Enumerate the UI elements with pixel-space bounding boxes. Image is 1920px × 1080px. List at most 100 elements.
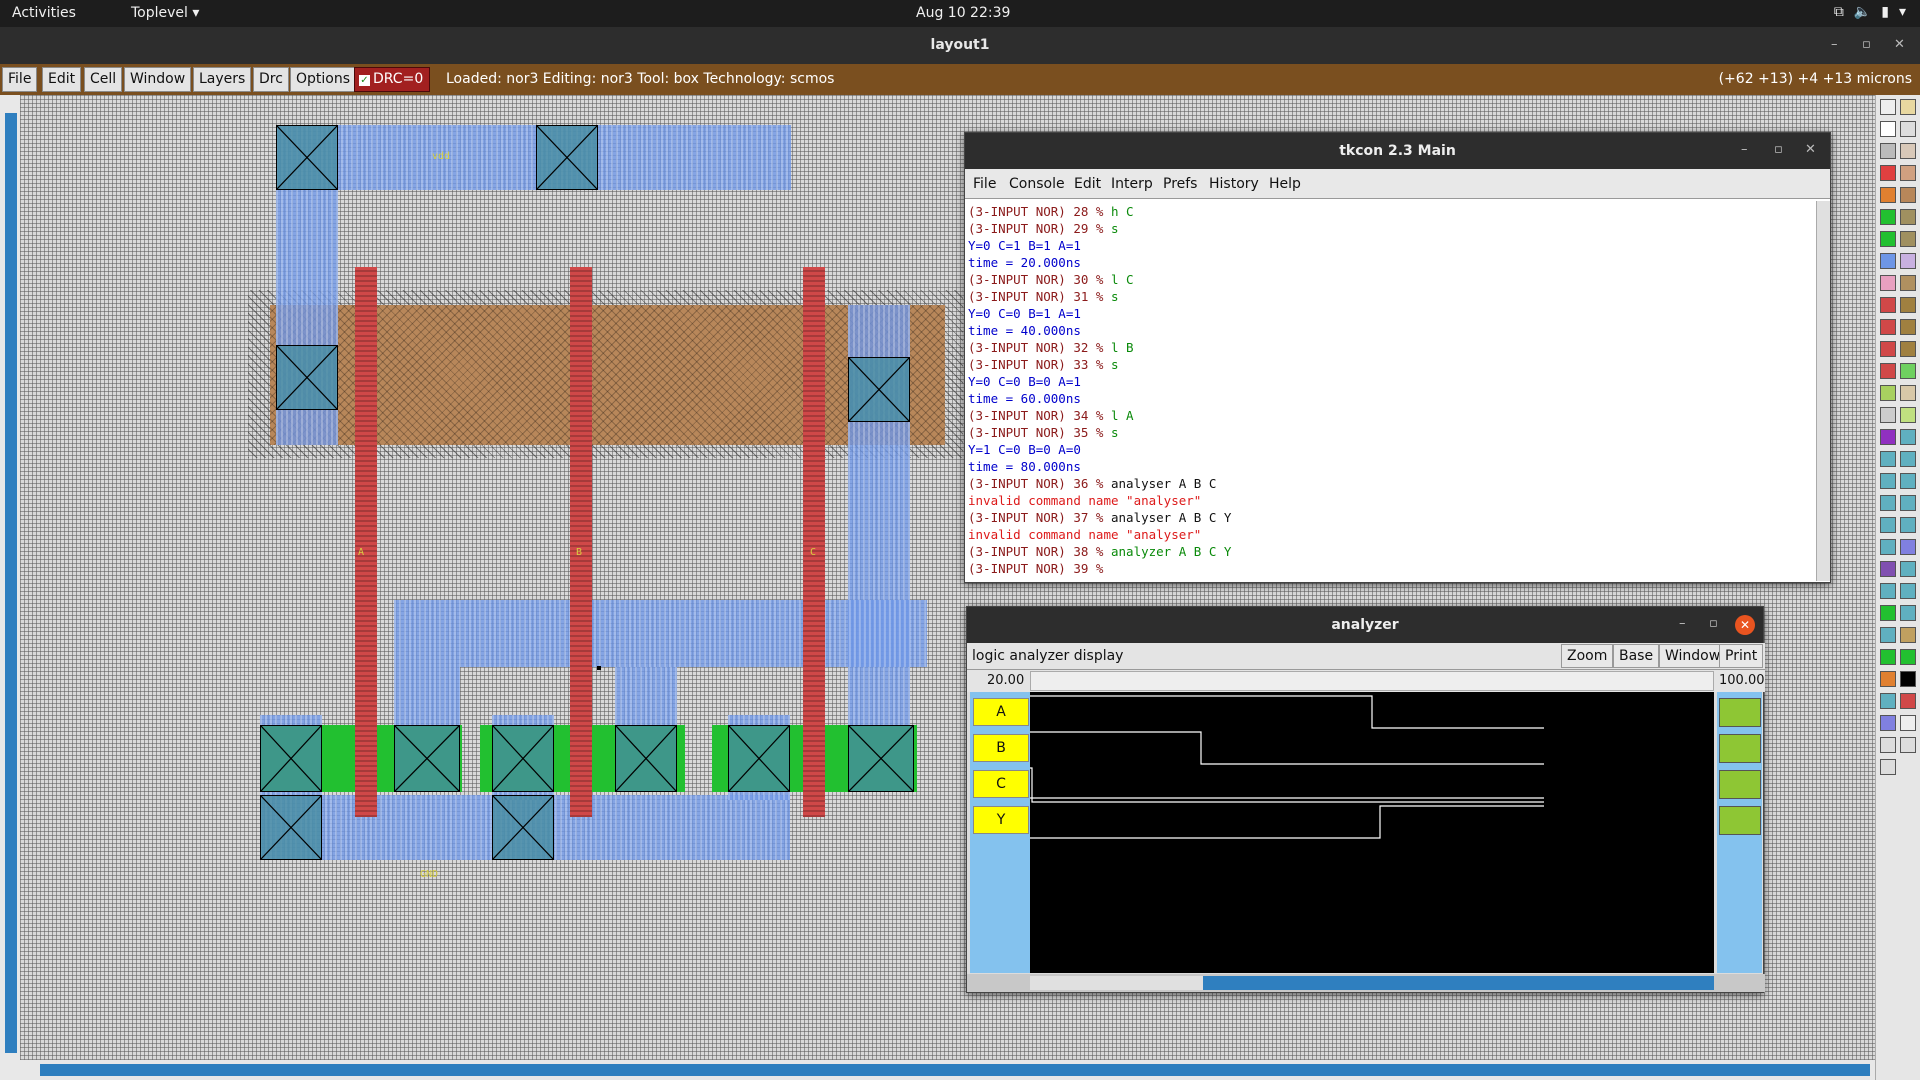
layer-swatch[interactable] bbox=[1880, 693, 1896, 709]
layer-swatch[interactable] bbox=[1880, 275, 1896, 291]
layer-swatch[interactable] bbox=[1900, 385, 1916, 401]
layer-swatch[interactable] bbox=[1900, 737, 1916, 753]
minimize-icon[interactable]: – bbox=[1741, 142, 1748, 157]
layer-swatch[interactable] bbox=[1880, 451, 1896, 467]
time-ruler[interactable] bbox=[1030, 671, 1714, 691]
layer-swatch[interactable] bbox=[1900, 165, 1916, 181]
layer-swatch[interactable] bbox=[1880, 297, 1896, 313]
waveform-display[interactable] bbox=[1030, 692, 1714, 973]
layer-swatch[interactable] bbox=[1880, 495, 1896, 511]
horizontal-scrollbar[interactable] bbox=[20, 1060, 1875, 1080]
menu-file[interactable]: File bbox=[2, 67, 38, 92]
layer-swatch[interactable] bbox=[1880, 737, 1896, 753]
tkcon-menu-prefs[interactable]: Prefs bbox=[1163, 176, 1197, 192]
layer-swatch[interactable] bbox=[1900, 99, 1916, 115]
layer-swatch[interactable] bbox=[1880, 341, 1896, 357]
layer-swatch[interactable] bbox=[1900, 517, 1916, 533]
layer-swatch[interactable] bbox=[1900, 539, 1916, 555]
layer-swatch[interactable] bbox=[1880, 231, 1896, 247]
layer-swatch[interactable] bbox=[1900, 715, 1916, 731]
layer-swatch[interactable] bbox=[1880, 715, 1896, 731]
layer-swatch[interactable] bbox=[1900, 605, 1916, 621]
layer-swatch[interactable] bbox=[1880, 517, 1896, 533]
layer-swatch[interactable] bbox=[1880, 319, 1896, 335]
layer-swatch[interactable] bbox=[1880, 209, 1896, 225]
print-button[interactable]: Print bbox=[1719, 644, 1764, 668]
layer-swatch[interactable] bbox=[1900, 627, 1916, 643]
close-icon[interactable]: ✕ bbox=[1735, 615, 1755, 635]
layer-swatch[interactable] bbox=[1880, 539, 1896, 555]
menu-layers[interactable]: Layers bbox=[193, 67, 252, 92]
layer-swatch[interactable] bbox=[1880, 561, 1896, 577]
layer-swatch[interactable] bbox=[1900, 473, 1916, 489]
layer-swatch[interactable] bbox=[1880, 143, 1896, 159]
layer-swatch[interactable] bbox=[1880, 407, 1896, 423]
layer-swatch[interactable] bbox=[1880, 759, 1896, 775]
drc-status-button[interactable]: ✓ DRC=0 bbox=[354, 67, 430, 92]
tkcon-menu-help[interactable]: Help bbox=[1269, 176, 1301, 192]
clock[interactable]: Aug 10 22:39 bbox=[916, 5, 1010, 21]
tkcon-menu-file[interactable]: File bbox=[973, 176, 996, 192]
zoom-button[interactable]: Zoom bbox=[1561, 644, 1614, 668]
layer-swatch[interactable] bbox=[1900, 583, 1916, 599]
analyzer-scroll-thumb[interactable] bbox=[1203, 976, 1714, 990]
layer-swatch[interactable] bbox=[1900, 671, 1916, 687]
layer-swatch[interactable] bbox=[1880, 627, 1896, 643]
layer-swatch[interactable] bbox=[1880, 187, 1896, 203]
tkcon-menu-interp[interactable]: Interp bbox=[1111, 176, 1153, 192]
base-button[interactable]: Base bbox=[1613, 644, 1660, 668]
layer-swatch[interactable] bbox=[1880, 671, 1896, 687]
layer-swatch[interactable] bbox=[1900, 363, 1916, 379]
layer-swatch[interactable] bbox=[1900, 451, 1916, 467]
layer-swatch[interactable] bbox=[1900, 253, 1916, 269]
vertical-scroll-thumb[interactable] bbox=[5, 113, 17, 1053]
layer-swatch[interactable] bbox=[1880, 99, 1896, 115]
layer-swatch[interactable] bbox=[1900, 231, 1916, 247]
layer-swatch[interactable] bbox=[1900, 429, 1916, 445]
maximize-icon[interactable]: ▫ bbox=[1862, 37, 1871, 52]
layer-swatch[interactable] bbox=[1900, 319, 1916, 335]
layer-swatch[interactable] bbox=[1880, 253, 1896, 269]
menu-drc[interactable]: Drc bbox=[253, 67, 289, 92]
layer-swatch[interactable] bbox=[1900, 275, 1916, 291]
system-tray[interactable]: ⧉ 🔈 ▮ ▾ bbox=[1834, 4, 1906, 20]
menu-edit[interactable]: Edit bbox=[42, 67, 82, 92]
layer-swatch[interactable] bbox=[1880, 165, 1896, 181]
tkcon-menu-console[interactable]: Console bbox=[1009, 176, 1065, 192]
layer-swatch[interactable] bbox=[1880, 649, 1896, 665]
app-menu[interactable]: Toplevel ▾ bbox=[131, 5, 199, 21]
layer-swatch[interactable] bbox=[1880, 605, 1896, 621]
layer-swatch[interactable] bbox=[1880, 429, 1896, 445]
close-icon[interactable]: ✕ bbox=[1805, 142, 1816, 157]
layer-swatch[interactable] bbox=[1900, 649, 1916, 665]
layer-swatch[interactable] bbox=[1880, 121, 1896, 137]
vertical-scrollbar[interactable] bbox=[0, 95, 20, 1080]
horizontal-scroll-thumb[interactable] bbox=[40, 1064, 1870, 1076]
analyzer-hscrollbar[interactable] bbox=[967, 974, 1765, 992]
close-icon[interactable]: ✕ bbox=[1894, 37, 1905, 52]
maximize-icon[interactable]: ▫ bbox=[1709, 616, 1718, 631]
menu-options[interactable]: Options bbox=[290, 67, 357, 92]
signal-y-label[interactable]: Y bbox=[973, 806, 1029, 834]
layer-swatch[interactable] bbox=[1880, 385, 1896, 401]
layer-swatch[interactable] bbox=[1900, 407, 1916, 423]
layer-swatch[interactable] bbox=[1880, 363, 1896, 379]
menu-window[interactable]: Window bbox=[124, 67, 192, 92]
tkcon-menu-edit[interactable]: Edit bbox=[1074, 176, 1101, 192]
console-scrollbar[interactable] bbox=[1816, 201, 1830, 581]
tkcon-menu-history[interactable]: History bbox=[1209, 176, 1259, 192]
maximize-icon[interactable]: ▫ bbox=[1774, 142, 1783, 157]
window-button[interactable]: Window bbox=[1659, 644, 1727, 668]
layer-swatch[interactable] bbox=[1880, 583, 1896, 599]
layer-swatch[interactable] bbox=[1900, 187, 1916, 203]
layer-swatch[interactable] bbox=[1880, 473, 1896, 489]
layer-swatch[interactable] bbox=[1900, 341, 1916, 357]
menu-cell[interactable]: Cell bbox=[84, 67, 123, 92]
console-output[interactable]: (3-INPUT NOR) 28 % h C (3-INPUT NOR) 29 %… bbox=[968, 203, 1814, 579]
signal-b-label[interactable]: B bbox=[973, 734, 1029, 762]
minimize-icon[interactable]: – bbox=[1679, 616, 1686, 631]
layer-swatch[interactable] bbox=[1900, 561, 1916, 577]
layer-swatch[interactable] bbox=[1900, 121, 1916, 137]
signal-a-label[interactable]: A bbox=[973, 698, 1029, 726]
layer-swatch[interactable] bbox=[1900, 693, 1916, 709]
